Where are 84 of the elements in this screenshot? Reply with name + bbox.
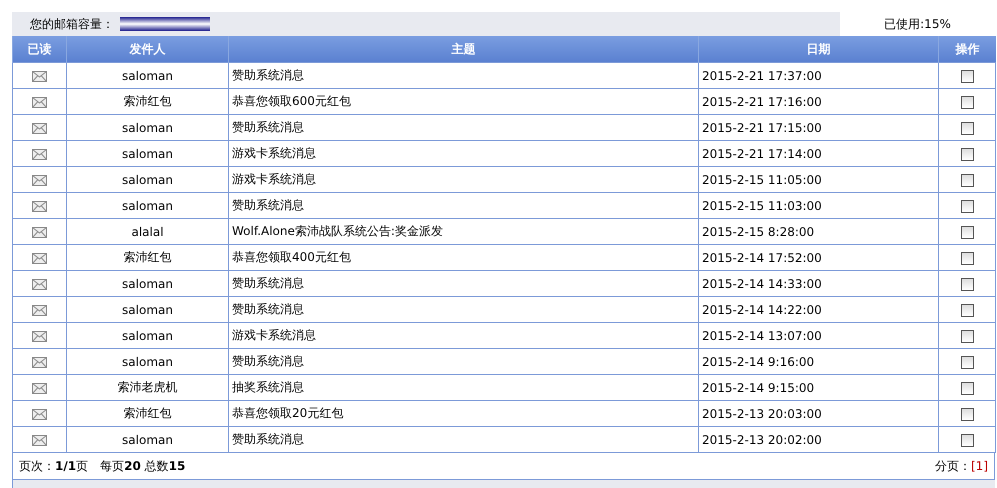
date-cell: 2015-2-14 14:22:00	[702, 302, 822, 316]
envelope-icon	[32, 96, 47, 108]
select-checkbox[interactable]	[960, 148, 974, 161]
envelope-icon	[32, 174, 47, 186]
sender-cell: 索沛红包	[124, 250, 172, 264]
subject-link[interactable]: 赞助系统消息	[232, 68, 304, 82]
envelope-icon	[32, 408, 47, 420]
subject-link[interactable]: 赞助系统消息	[232, 432, 304, 446]
column-header: 日期	[698, 36, 938, 62]
subject-link[interactable]: 恭喜您领取600元红包	[232, 94, 351, 108]
date-cell: 2015-2-14 14:33:00	[702, 276, 822, 290]
envelope-icon	[32, 330, 47, 342]
envelope-icon	[32, 252, 47, 264]
subject-link[interactable]: 恭喜您领取20元红包	[232, 406, 344, 420]
select-checkbox[interactable]	[960, 278, 974, 291]
column-header: 主题	[228, 36, 698, 62]
select-checkbox[interactable]	[960, 356, 974, 369]
date-cell: 2015-2-14 17:52:00	[702, 250, 822, 264]
subject-link[interactable]: 游戏卡系统消息	[232, 172, 316, 186]
sender-cell: 索沛老虎机	[118, 380, 178, 394]
envelope-icon	[32, 434, 47, 446]
select-checkbox[interactable]	[960, 122, 974, 135]
select-checkbox[interactable]	[960, 226, 974, 239]
select-checkbox[interactable]	[960, 200, 974, 213]
sender-cell: saloman	[122, 354, 173, 368]
subject-link[interactable]: 赞助系统消息	[232, 302, 304, 316]
column-header: 操作	[938, 36, 996, 62]
column-header: 已读	[12, 36, 66, 62]
date-cell: 2015-2-21 17:37:00	[702, 68, 822, 82]
select-checkbox[interactable]	[960, 408, 974, 421]
sender-cell: alalal	[131, 224, 164, 238]
usage-text: 已使用:15%	[840, 12, 995, 36]
sender-cell: saloman	[122, 172, 173, 186]
date-cell: 2015-2-15 8:28:00	[702, 224, 814, 238]
date-cell: 2015-2-21 17:14:00	[702, 146, 822, 160]
column-header: 发件人	[66, 36, 228, 62]
envelope-icon	[32, 226, 47, 238]
subject-link[interactable]: 赞助系统消息	[232, 354, 304, 368]
envelope-icon	[32, 200, 47, 212]
select-checkbox[interactable]	[960, 174, 974, 187]
envelope-icon	[32, 278, 47, 290]
envelope-icon	[32, 70, 47, 82]
sender-cell: saloman	[122, 68, 173, 82]
sender-cell: 索沛红包	[124, 406, 172, 420]
date-cell: 2015-2-14 13:07:00	[702, 328, 822, 342]
subject-link[interactable]: 游戏卡系统消息	[232, 146, 316, 160]
envelope-icon	[32, 304, 47, 316]
pages-label: 分页：	[935, 458, 971, 474]
capacity-label: 您的邮箱容量：	[29, 16, 115, 32]
sender-cell: saloman	[122, 146, 173, 160]
subject-link[interactable]: 赞助系统消息	[232, 120, 304, 134]
pagination-summary: 页次：1/1页 每页20 总数15	[19, 458, 186, 474]
date-cell: 2015-2-21 17:16:00	[702, 94, 822, 108]
subject-link[interactable]: 抽奖系统消息	[232, 380, 304, 394]
subject-link[interactable]: 赞助系统消息	[232, 198, 304, 212]
select-checkbox[interactable]	[960, 252, 974, 265]
select-checkbox[interactable]	[960, 70, 974, 83]
subject-link[interactable]: 赞助系统消息	[232, 276, 304, 290]
select-checkbox[interactable]	[960, 434, 974, 447]
subject-link[interactable]: 游戏卡系统消息	[232, 328, 316, 342]
envelope-icon	[32, 148, 47, 160]
sender-cell: saloman	[122, 328, 173, 342]
sender-cell: saloman	[122, 198, 173, 212]
select-checkbox[interactable]	[960, 382, 974, 395]
envelope-icon	[32, 122, 47, 134]
page-link[interactable]: [1]	[971, 459, 988, 473]
select-checkbox[interactable]	[960, 96, 974, 109]
select-checkbox[interactable]	[960, 304, 974, 317]
subject-link[interactable]: 恭喜您领取400元红包	[232, 250, 351, 264]
date-cell: 2015-2-15 11:05:00	[702, 172, 822, 186]
date-cell: 2015-2-15 11:03:00	[702, 198, 822, 212]
sender-cell: 索沛红包	[124, 94, 172, 108]
date-cell: 2015-2-21 17:15:00	[702, 120, 822, 134]
date-cell: 2015-2-13 20:03:00	[702, 406, 822, 420]
date-cell: 2015-2-14 9:16:00	[702, 354, 814, 368]
select-checkbox[interactable]	[960, 330, 974, 343]
sender-cell: saloman	[122, 276, 173, 290]
sender-cell: saloman	[122, 432, 173, 446]
sender-cell: saloman	[122, 302, 173, 316]
envelope-icon	[32, 382, 47, 394]
sender-cell: saloman	[122, 120, 173, 134]
date-cell: 2015-2-14 9:15:00	[702, 380, 814, 394]
envelope-icon	[32, 356, 47, 368]
date-cell: 2015-2-13 20:02:00	[702, 432, 822, 446]
